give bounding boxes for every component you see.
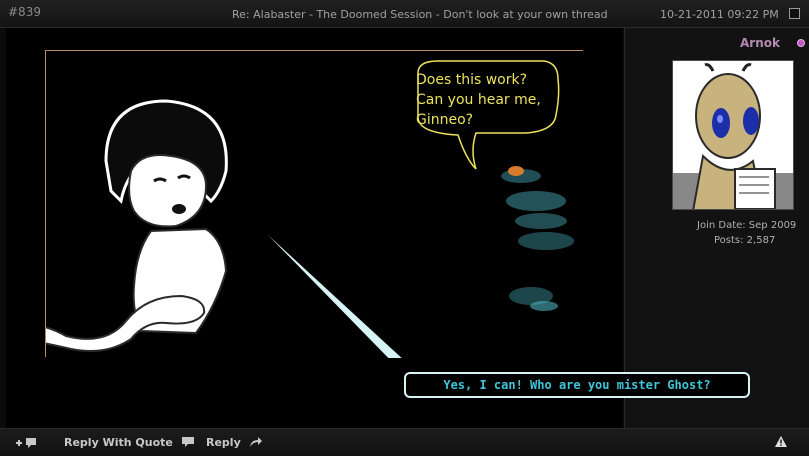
reply-arrow-icon <box>249 437 262 447</box>
join-date: Join Date: Sep 2009 <box>697 220 797 231</box>
reply-button[interactable]: Reply <box>206 436 263 449</box>
post-header: #839 Re: Alabaster - The Doomed Session … <box>0 0 809 28</box>
speech-text-top: Does this work? Can you hear me, Ginneo? <box>416 70 560 134</box>
character-face <box>128 154 208 228</box>
thread-title: Re: Alabaster - The Doomed Session - Don… <box>232 8 608 21</box>
online-status-icon <box>797 39 805 47</box>
username-link[interactable]: Arnok <box>740 36 780 50</box>
forum-post: #839 Re: Alabaster - The Doomed Session … <box>0 0 809 456</box>
reply-with-quote-label: Reply With Quote <box>64 436 173 449</box>
post-footer: Reply With Quote Reply <box>0 428 809 456</box>
quote-icon <box>181 437 194 447</box>
select-post-checkbox[interactable] <box>789 8 800 19</box>
speech-bubble-bottom: Yes, I can! Who are you mister Ghost? <box>404 372 750 398</box>
post-date: 10-21-2011 09:22 PM <box>660 8 779 21</box>
report-warning-icon[interactable] <box>774 435 788 451</box>
post-number[interactable]: #839 <box>8 5 41 19</box>
multi-quote-icon[interactable] <box>14 436 38 453</box>
reply-with-quote-button[interactable]: Reply With Quote <box>64 436 195 449</box>
speech-line: Can you hear me, <box>416 92 541 108</box>
post-count: Posts: 2,587 <box>714 235 776 246</box>
speech-line: Does this work? <box>416 72 528 88</box>
reply-label: Reply <box>206 436 241 449</box>
avatar[interactable] <box>672 60 794 210</box>
speech-line: Ginneo? <box>416 112 474 128</box>
